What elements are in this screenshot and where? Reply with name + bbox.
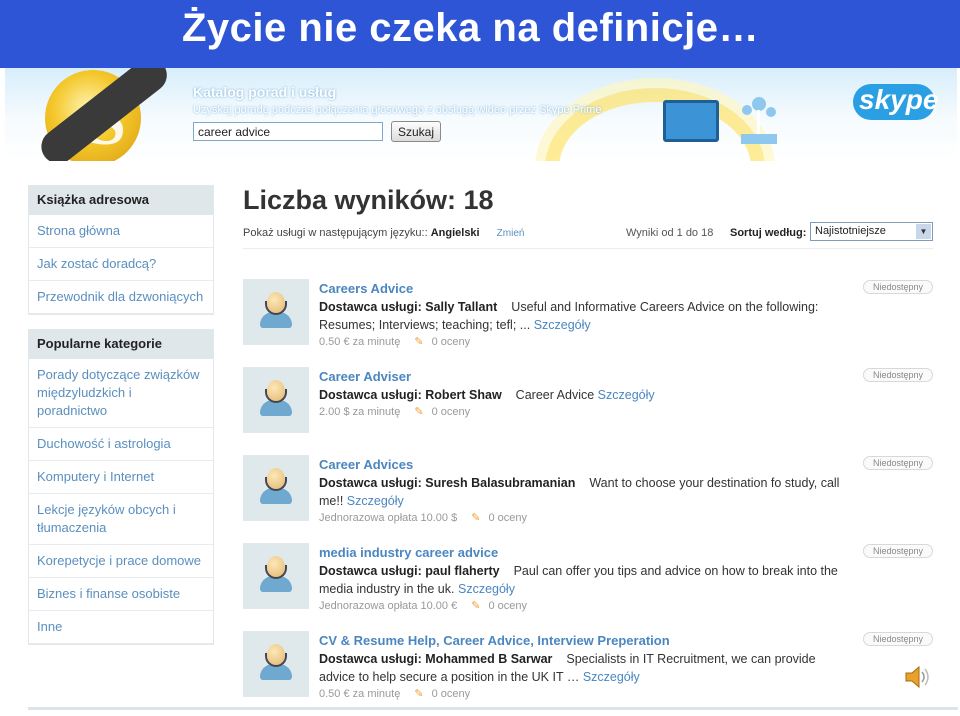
price: Jednorazowa opłata 10.00 € (319, 600, 458, 612)
result-item: Career Advices Dostawca usługi: Suresh B… (243, 455, 933, 535)
provider-name: Dostawca usługi: Sally Tallant (319, 300, 498, 314)
result-title-link[interactable]: Career Adviser (319, 369, 411, 384)
result-description: Dostawca usługi: paul flaherty Paul can o… (319, 562, 849, 598)
result-description: Dostawca usługi: Suresh Balasubramanian W… (319, 474, 849, 510)
status-badge: Niedostępny (863, 632, 933, 646)
sidebar-heading: Książka adresowa (29, 186, 213, 215)
price: 2.00 $ za minutę (319, 406, 401, 418)
details-link[interactable]: Szczegóły (347, 494, 404, 508)
change-language-link[interactable]: Zmień (497, 228, 525, 239)
result-title-link[interactable]: media industry career advice (319, 545, 498, 560)
sort-select[interactable]: Najistotniejsze ▼ (810, 222, 933, 241)
search-button[interactable]: Szukaj (391, 121, 441, 142)
details-link[interactable]: Szczegóły (534, 318, 591, 332)
result-item: Careers Advice Dostawca usługi: Sally Ta… (243, 279, 933, 359)
sidebar-item-become-advisor[interactable]: Jak zostać doradcą? (29, 248, 213, 281)
result-title-link[interactable]: Career Advices (319, 457, 413, 472)
advisor-avatar (243, 279, 309, 345)
sidebar-item-business[interactable]: Biznes i finanse osobiste (29, 578, 213, 611)
rating-count: 0 oceny (488, 512, 527, 524)
rating-count: 0 oceny (431, 688, 471, 700)
price: 0.50 € za minutę (319, 688, 401, 700)
price: Jednorazowa opłata 10.00 $ (319, 512, 458, 524)
banner-subtitle: Uzyskaj poradę podczas połączenia głosow… (193, 104, 602, 116)
language-label: Pokaż usługi w następującym języku:: (243, 227, 431, 239)
price-row: Jednorazowa opłata 10.00 € ✎ 0 oceny (319, 599, 527, 612)
advisor-avatar (243, 455, 309, 521)
chevron-down-icon[interactable]: ▼ (916, 224, 931, 239)
skype-logo: skype (859, 84, 939, 115)
sidebar-item-other[interactable]: Inne (29, 611, 213, 644)
sort-label: Sortuj według: (730, 227, 807, 239)
divider (28, 707, 958, 710)
sidebar-item-caller-guide[interactable]: Przewodnik dla dzwoniących (29, 281, 213, 314)
rating-count: 0 oceny (431, 336, 471, 348)
sidebar-section-popular: Popularne kategorie Porady dotyczące zwi… (28, 329, 214, 645)
rating-count: 0 oceny (431, 406, 471, 418)
result-title-link[interactable]: CV & Resume Help, Career Advice, Intervi… (319, 633, 670, 648)
provider-name: Dostawca usługi: Suresh Balasubramanian (319, 476, 576, 490)
rating-icon: ✎ (414, 406, 424, 418)
skype-banner: S Katalog porad i usług Uzyskaj poradę p… (5, 68, 957, 161)
sidebar-heading: Popularne kategorie (29, 330, 213, 359)
flower-illustration-icon (741, 97, 777, 144)
details-link[interactable]: Szczegóły (583, 670, 640, 684)
sidebar-item-languages[interactable]: Lekcje języków obcych i tłumaczenia (29, 494, 213, 545)
description-text: Career Advice (515, 388, 595, 402)
results-panel: Liczba wyników: 18 Pokaż usługi w następ… (243, 185, 933, 700)
slide-title: Życie nie czeka na definicje… (182, 6, 759, 50)
price-row: 0.50 € za minutę ✎ 0 oceny (319, 687, 470, 700)
advisor-avatar (243, 543, 309, 609)
status-badge: Niedostępny (863, 368, 933, 382)
status-badge: Niedostępny (863, 544, 933, 558)
results-count-title: Liczba wyników: 18 (243, 185, 494, 215)
advisor-avatar (243, 367, 309, 433)
result-description: Dostawca usługi: Robert Shaw Career Advic… (319, 386, 849, 404)
rating-icon: ✎ (414, 688, 424, 700)
rating-icon: ✎ (414, 336, 424, 348)
price-row: Jednorazowa opłata 10.00 $ ✎ 0 oceny (319, 511, 527, 524)
provider-name: Dostawca usługi: paul flaherty (319, 564, 500, 578)
details-link[interactable]: Szczegóły (458, 582, 515, 596)
result-description: Dostawca usługi: Sally Tallant Useful and… (319, 298, 849, 334)
result-title-link[interactable]: Careers Advice (319, 281, 413, 296)
sidebar-item-computers[interactable]: Komputery i Internet (29, 461, 213, 494)
details-link[interactable]: Szczegóły (598, 388, 655, 402)
provider-name: Dostawca usługi: Mohammed B Sarwar (319, 652, 553, 666)
result-item: media industry career advice Dostawca us… (243, 543, 933, 623)
language-value: Angielski (430, 227, 480, 239)
sidebar-item-spirituality[interactable]: Duchowość i astrologia (29, 428, 213, 461)
speaker-icon[interactable] (902, 662, 932, 692)
banner-title: Katalog porad i usług (193, 84, 337, 100)
status-badge: Niedostępny (863, 280, 933, 294)
results-range: Wyniki od 1 do 18 (626, 227, 714, 239)
rating-icon: ✎ (471, 600, 481, 612)
slide-title-bar: Życie nie czeka na definicje… (0, 0, 960, 68)
monitor-icon (663, 100, 719, 142)
sidebar: Książka adresowa Strona główna Jak zosta… (28, 185, 214, 645)
advisor-avatar (243, 631, 309, 697)
rating-count: 0 oceny (488, 600, 527, 612)
result-item: Career Adviser Dostawca usługi: Robert S… (243, 367, 933, 447)
status-badge: Niedostępny (863, 456, 933, 470)
provider-name: Dostawca usługi: Robert Shaw (319, 388, 502, 402)
sidebar-section-address-book: Książka adresowa Strona główna Jak zosta… (28, 185, 214, 315)
filter-row: Pokaż usługi w następującym języku:: Ang… (243, 219, 933, 249)
search-input[interactable] (193, 122, 383, 141)
price-row: 2.00 $ za minutę ✎ 0 oceny (319, 405, 470, 418)
result-item: CV & Resume Help, Career Advice, Intervi… (243, 631, 933, 711)
price: 0.50 € za minutę (319, 336, 401, 348)
sort-select-value: Najistotniejsze (815, 225, 886, 237)
price-row: 0.50 € za minutę ✎ 0 oceny (319, 335, 470, 348)
sidebar-item-home[interactable]: Strona główna (29, 215, 213, 248)
result-description: Dostawca usługi: Mohammed B Sarwar Specia… (319, 650, 849, 686)
rating-icon: ✎ (471, 512, 481, 524)
sidebar-item-tutoring[interactable]: Korepetycje i prace domowe (29, 545, 213, 578)
sidebar-item-relationships[interactable]: Porady dotyczące związków międzyludzkich… (29, 359, 213, 428)
